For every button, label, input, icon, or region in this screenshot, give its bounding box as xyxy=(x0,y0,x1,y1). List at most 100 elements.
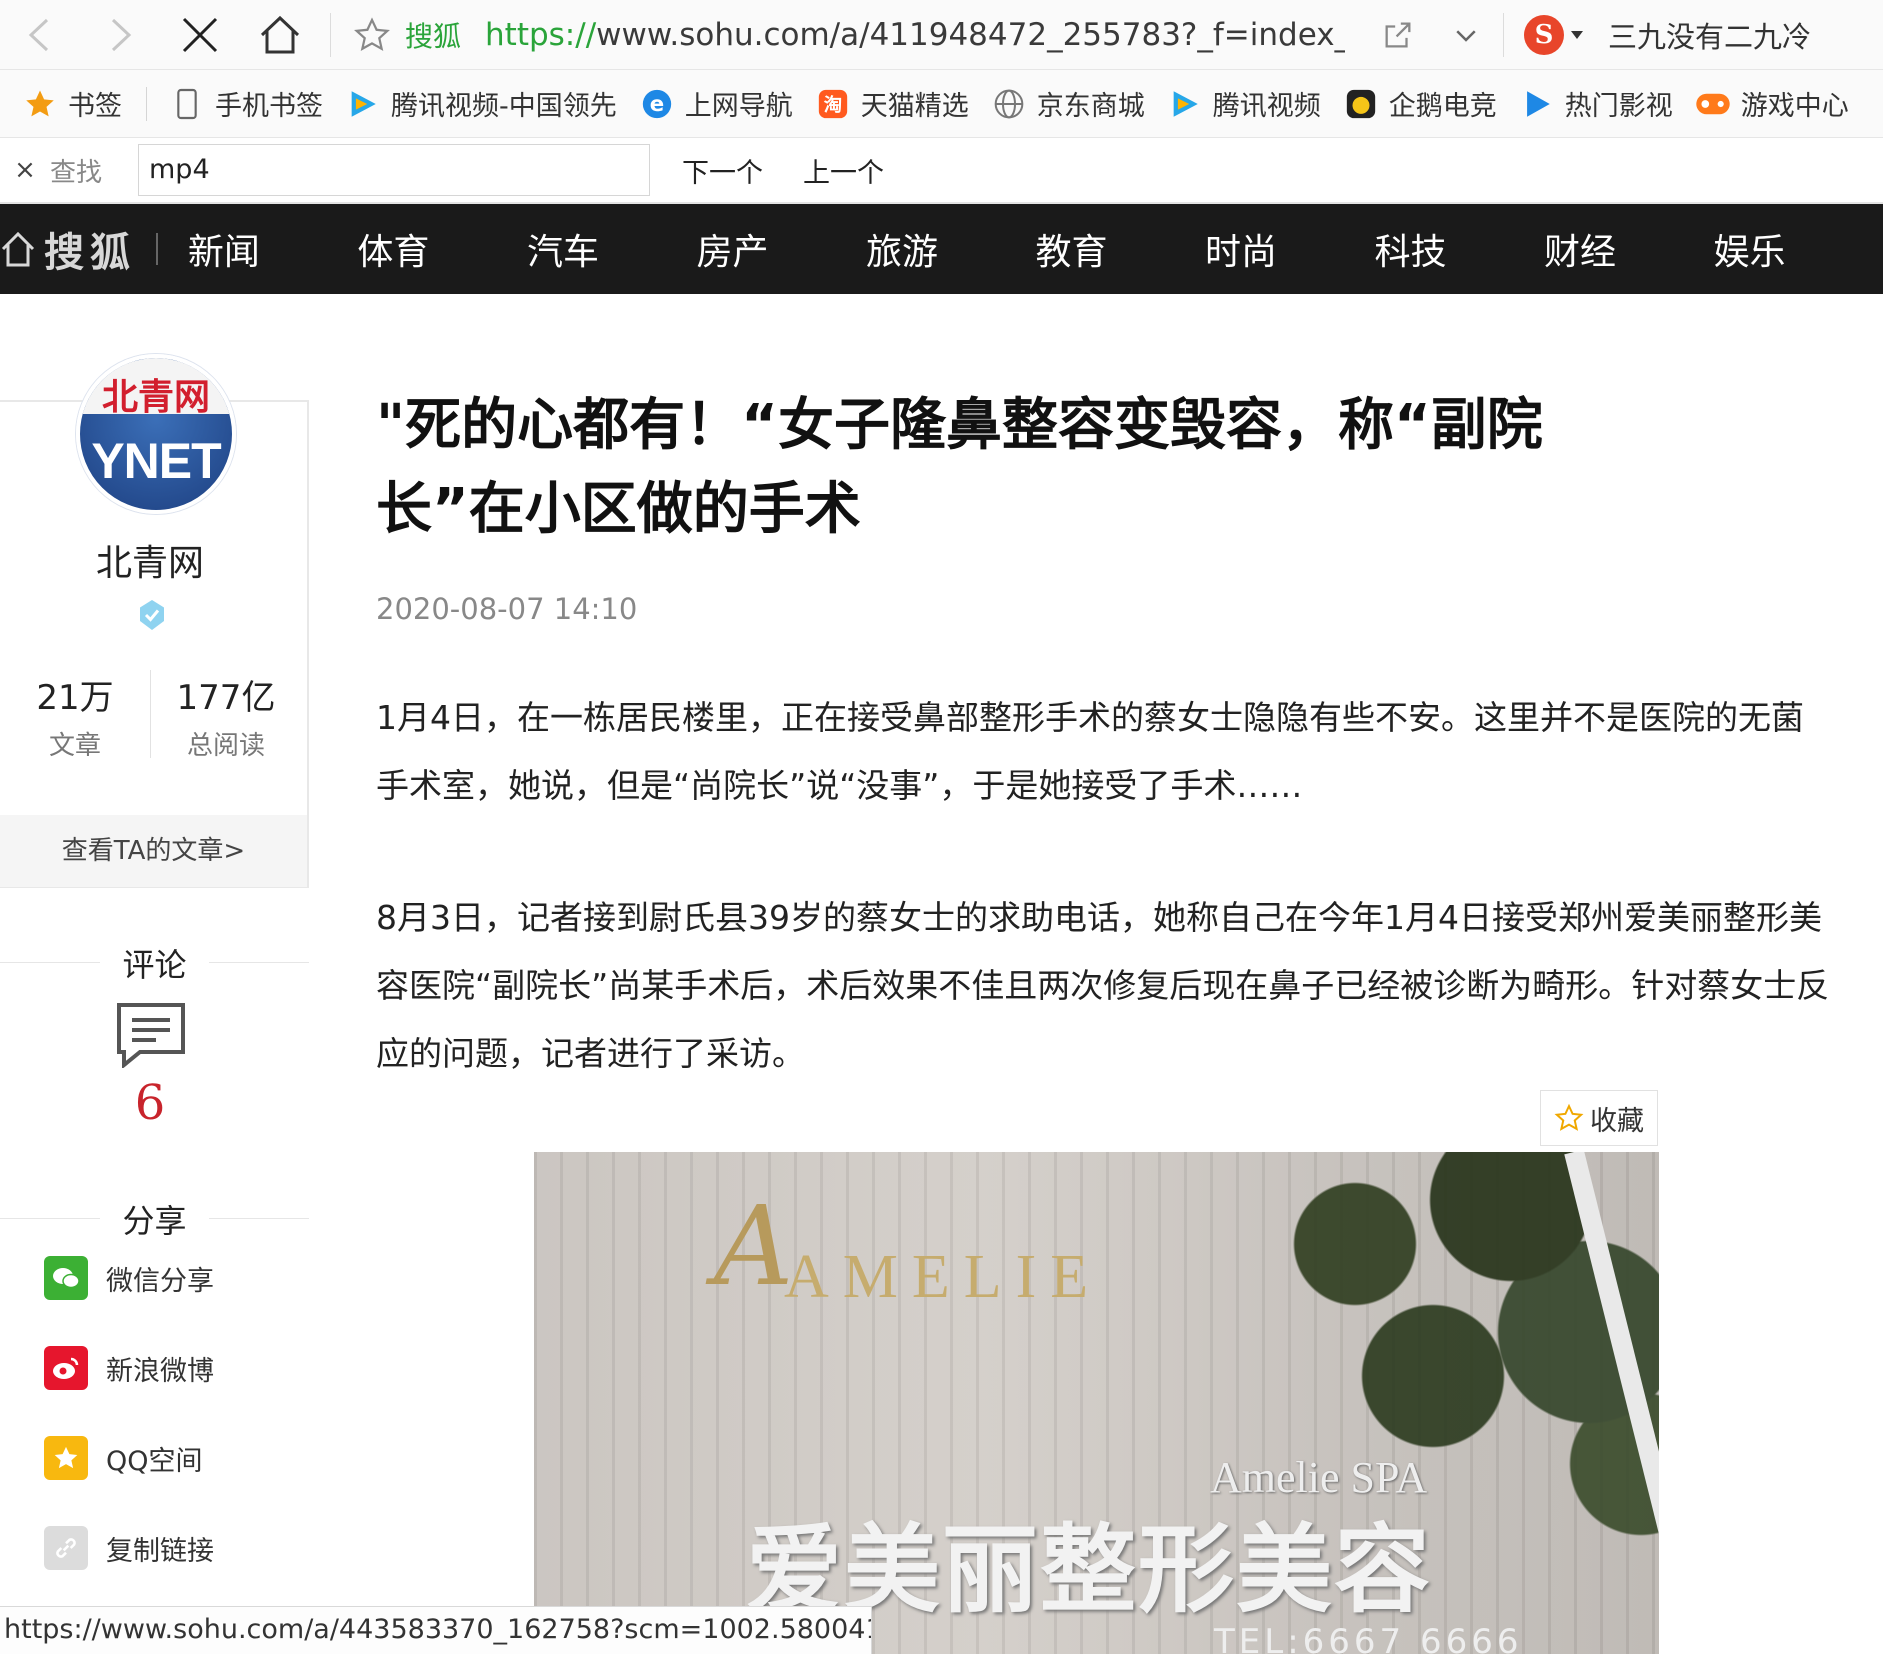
globe-icon xyxy=(991,86,1027,122)
nav-item-auto[interactable]: 汽车 xyxy=(527,223,697,275)
bookmark-label: 手机书签 xyxy=(215,91,323,122)
bookmark-item[interactable]: 手机书签 xyxy=(169,84,323,123)
copy-link-button[interactable]: 复制链接 xyxy=(44,1526,214,1570)
nav-item-education[interactable]: 教育 xyxy=(1035,223,1205,275)
share-page-icon[interactable] xyxy=(1381,18,1415,52)
nav-item-realestate[interactable]: 房产 xyxy=(696,223,866,275)
tmall-icon: 淘 xyxy=(815,86,851,122)
nav-item-finance[interactable]: 财经 xyxy=(1544,223,1714,275)
search-suggestion[interactable]: 三九没有二九冷 xyxy=(1608,14,1811,56)
share-wechat-button[interactable]: 微信分享 xyxy=(44,1256,214,1300)
browser-toolbar: 搜狐 https://www.sohu.com/a/411948472_2557… xyxy=(0,0,1883,70)
nav-item-entertainment[interactable]: 娱乐 xyxy=(1714,223,1883,275)
stat-number: 21万 xyxy=(36,678,114,718)
author-name[interactable]: 北青网 xyxy=(0,534,300,586)
comment-count[interactable]: 6 xyxy=(0,1075,300,1131)
article-title: "死的心都有！“女子隆鼻整容变毁容，称“副院长”在小区做的手术 xyxy=(376,393,1543,542)
stat-reads: 177亿 总阅读 xyxy=(151,670,301,762)
home-button[interactable] xyxy=(240,0,320,70)
wechat-icon xyxy=(44,1256,88,1300)
author-stats: 21万 文章 177亿 总阅读 xyxy=(0,670,307,762)
tencent-video-icon xyxy=(1167,86,1203,122)
bookmark-label: 腾讯视频-中国领先 xyxy=(391,91,617,122)
bookmark-item[interactable]: 腾讯视频 xyxy=(1167,84,1321,123)
bookmark-divider xyxy=(146,86,147,121)
section-title-text: 评论 xyxy=(122,946,187,984)
share-weibo-button[interactable]: 新浪微博 xyxy=(44,1346,214,1390)
find-bar: × 查找 mp4 下一个 上一个 xyxy=(0,138,1883,204)
nav-item-travel[interactable]: 旅游 xyxy=(866,223,1036,275)
bookmark-item[interactable]: 京东商城 xyxy=(991,84,1145,123)
penguin-icon xyxy=(1343,86,1379,122)
url-path: www.sohu.com/a/411948472_255783?_f=index… xyxy=(596,16,1346,53)
bookmark-label: 热门影视 xyxy=(1564,91,1673,122)
back-button[interactable] xyxy=(0,0,80,70)
bookmark-item[interactable]: 淘 天猫精选 xyxy=(815,84,969,123)
bookmark-item[interactable]: 腾讯视频-中国领先 xyxy=(345,84,617,123)
bookmarks-bar: 书签 手机书签 腾讯视频-中国领先 e 上网导航 淘 天猫精选 京东商城 腾讯视… xyxy=(0,70,1883,138)
divider-line xyxy=(0,1218,100,1219)
stat-label: 文章 xyxy=(48,731,101,761)
svg-text:e: e xyxy=(650,92,664,117)
photo-brand-text: AMELIE xyxy=(784,1243,1103,1311)
find-input[interactable]: mp4 xyxy=(138,144,650,196)
bookmark-item[interactable]: 热门影视 xyxy=(1519,84,1673,123)
play-icon xyxy=(1519,86,1555,122)
nav-item-sports[interactable]: 体育 xyxy=(357,223,527,275)
share-label: 微信分享 xyxy=(106,1265,214,1297)
address-bar[interactable]: 搜狐 https://www.sohu.com/a/411948472_2557… xyxy=(341,0,1345,70)
stop-button[interactable] xyxy=(160,0,240,70)
share-label: 复制链接 xyxy=(106,1535,214,1567)
article-paragraph: 1月4日，在一栋居民楼里，正在接受鼻部整形手术的蔡女士隐隐有些不安。这里并不是医… xyxy=(376,698,1804,805)
avatar[interactable]: 北青网 YNET xyxy=(76,354,236,514)
site-logo[interactable]: 搜狐 xyxy=(0,220,136,278)
phone-icon xyxy=(169,86,205,122)
comments-section-title: 评论 xyxy=(0,940,309,986)
find-next-button[interactable]: 下一个 xyxy=(674,151,771,190)
nav-item-tech[interactable]: 科技 xyxy=(1375,223,1545,275)
bookmark-item[interactable]: 书签 xyxy=(22,84,122,123)
bookmark-item[interactable]: 游戏中心 xyxy=(1695,84,1849,123)
divider-line xyxy=(209,962,309,963)
share-label: QQ空间 xyxy=(106,1445,203,1477)
forward-button[interactable] xyxy=(80,0,160,70)
ie-icon: e xyxy=(639,86,675,122)
url-text[interactable]: https://www.sohu.com/a/411948472_255783?… xyxy=(485,17,1345,53)
avatar-en-text: YNET xyxy=(91,433,221,489)
bookmark-label: 天猫精选 xyxy=(860,91,969,122)
link-icon xyxy=(44,1526,88,1570)
svg-text:淘: 淘 xyxy=(824,94,842,116)
status-bar-url: https://www.sohu.com/a/443583370_162758?… xyxy=(0,1606,872,1654)
share-label: 新浪微博 xyxy=(106,1355,214,1387)
find-close-button[interactable]: × xyxy=(0,155,50,185)
chevron-down-icon[interactable] xyxy=(1451,20,1481,50)
find-prev-button[interactable]: 上一个 xyxy=(795,151,892,190)
gamepad-icon xyxy=(1695,86,1731,122)
nav-divider xyxy=(156,233,158,265)
toolbar-divider xyxy=(330,12,331,57)
bookmark-star-icon[interactable] xyxy=(353,16,391,54)
home-icon xyxy=(260,15,300,53)
home-icon xyxy=(1,231,35,267)
comment-icon[interactable] xyxy=(116,1002,186,1068)
verified-icon xyxy=(140,600,164,630)
view-author-articles-link[interactable]: 查看TA的文章> xyxy=(0,815,307,887)
bookmark-item[interactable]: 企鹅电竞 xyxy=(1343,84,1497,123)
divider-line xyxy=(0,962,100,963)
tencent-video-icon xyxy=(345,86,381,122)
divider-line xyxy=(209,1218,309,1219)
chevron-left-icon xyxy=(28,18,49,51)
bookmark-label: 上网导航 xyxy=(684,91,793,122)
nav-item-news[interactable]: 新闻 xyxy=(188,223,358,275)
caret-down-icon[interactable] xyxy=(1570,30,1584,40)
favorite-label: 收藏 xyxy=(1590,1105,1644,1137)
logo-text: 搜狐 xyxy=(44,230,136,276)
favorite-button[interactable]: 收藏 xyxy=(1540,1090,1658,1146)
bookmark-item[interactable]: e 上网导航 xyxy=(639,84,793,123)
bookmark-label: 书签 xyxy=(68,91,122,122)
nav-item-fashion[interactable]: 时尚 xyxy=(1205,223,1375,275)
avatar-cn-text: 北青网 xyxy=(101,376,210,418)
bookmark-label: 腾讯视频 xyxy=(1212,91,1321,122)
search-engine-icon[interactable]: S xyxy=(1524,14,1565,55)
share-qzone-button[interactable]: QQ空间 xyxy=(44,1436,203,1480)
